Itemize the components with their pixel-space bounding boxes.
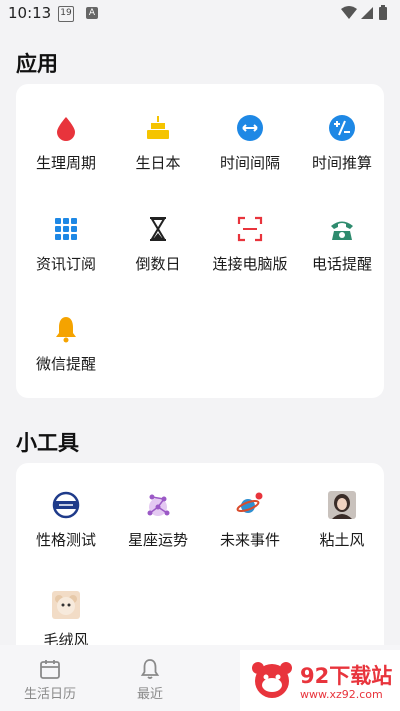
calendar-icon (40, 660, 60, 679)
bell-icon (56, 317, 76, 343)
portrait-thumbnail (328, 491, 356, 519)
tools-card: 性格测试 星座运势 未来事件 粘土风 毛绒风 (16, 463, 384, 653)
watermark-logo (252, 662, 292, 698)
tab-label: 最近 (136, 687, 163, 702)
app-label: 时间间隔 (219, 154, 280, 172)
app-label: 倒数日 (135, 255, 181, 273)
battery-icon (379, 5, 387, 20)
app-item-time-calc[interactable]: 时间推算 (296, 114, 388, 174)
hourglass-icon (150, 217, 166, 241)
apps-card: 生理周期 生日本 时间间隔 时间推算 资讯订阅 倒数日 连接电脑版 电话提醒 微… (16, 84, 384, 398)
watermark-title: 92下载站 (300, 664, 393, 688)
tab-recent[interactable]: 最近 (100, 645, 200, 711)
app-item-menstrual-cycle[interactable]: 生理周期 (20, 114, 112, 174)
blood-drop-icon (57, 117, 75, 141)
app-label: 生日本 (135, 154, 181, 172)
app-item-connect-pc[interactable]: 连接电脑版 (204, 215, 296, 275)
status-bar: 10:13 19 A (0, 0, 400, 28)
tab-label: 生活日历 (23, 687, 76, 702)
tool-item-future-events[interactable]: 未来事件 (204, 491, 296, 551)
app-label: 电话提醒 (311, 255, 372, 273)
status-time: 10:13 (8, 4, 52, 22)
scan-frame-icon (237, 216, 263, 242)
app-label: 资讯订阅 (35, 255, 96, 273)
app-item-birthday-book[interactable]: 生日本 (112, 114, 204, 174)
tool-label: 性格测试 (35, 531, 96, 549)
tools-section-title: 小工具 (16, 431, 79, 455)
wifi-icon (341, 6, 357, 19)
tool-item-plush-style[interactable]: 毛绒风 (20, 591, 112, 651)
tool-label: 未来事件 (219, 531, 280, 549)
plush-thumbnail (52, 591, 80, 619)
app-label: 微信提醒 (35, 355, 96, 373)
tool-label: 星座运势 (127, 531, 188, 549)
time-calc-icon (329, 115, 355, 141)
signal-icon (361, 7, 373, 19)
app-item-time-interval[interactable]: 时间间隔 (204, 114, 296, 174)
birthday-cake-icon (147, 116, 169, 139)
app-label: 时间推算 (311, 154, 372, 172)
bell-outline-icon (140, 659, 160, 679)
app-item-phone-reminder[interactable]: 电话提醒 (296, 215, 388, 275)
tool-label: 粘土风 (319, 531, 365, 549)
app-item-news-subscribe[interactable]: 资讯订阅 (20, 215, 112, 275)
status-right-icons (340, 4, 392, 22)
tool-item-personality-test[interactable]: 性格测试 (20, 491, 112, 551)
app-label: 生理周期 (35, 154, 96, 172)
constellation-icon (147, 494, 170, 516)
watermark: 92下载站 www.xz92.com (240, 650, 400, 711)
planet-icon (236, 492, 263, 513)
app-item-wechat-reminder[interactable]: 微信提醒 (20, 315, 112, 375)
watermark-url: www.xz92.com (300, 688, 383, 701)
tool-item-clay-style[interactable]: 粘土风 (296, 491, 388, 551)
tab-life-calendar[interactable]: 生活日历 (0, 645, 100, 711)
tool-item-horoscope[interactable]: 星座运势 (112, 491, 204, 551)
calendar-status-icon: 19 (58, 6, 74, 22)
app-label: 连接电脑版 (212, 255, 288, 273)
a-status-icon: A (86, 7, 98, 19)
grid-icon (55, 218, 77, 240)
apps-section-title: 应用 (16, 52, 58, 76)
telephone-icon (331, 221, 353, 240)
time-interval-icon (237, 115, 263, 141)
personality-stamp-icon (52, 491, 80, 519)
app-item-countdown[interactable]: 倒数日 (112, 215, 204, 275)
